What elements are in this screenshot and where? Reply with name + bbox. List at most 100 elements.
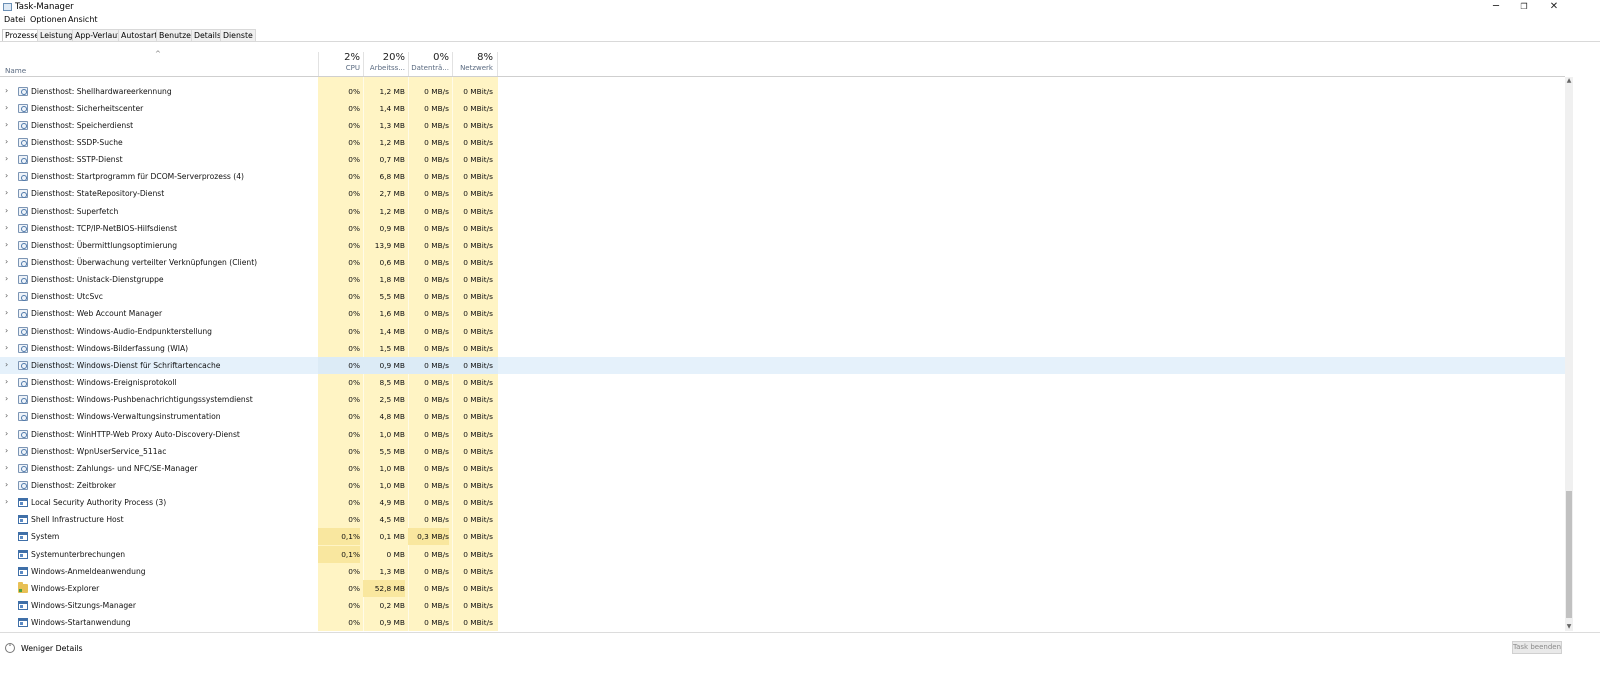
- chevron-right-icon[interactable]: ›: [5, 326, 8, 335]
- column-cpu[interactable]: 2% CPU: [318, 52, 360, 72]
- disk-value: 0 MB/s: [424, 189, 449, 199]
- menu-datei[interactable]: Datei: [4, 15, 25, 24]
- fewer-details-button[interactable]: ˄ Weniger Details: [5, 641, 83, 655]
- chevron-right-icon[interactable]: ›: [5, 308, 8, 317]
- tab-dienste[interactable]: Dienste: [220, 29, 256, 41]
- process-row[interactable]: › Diensthost: WpnUserService_511ac 0% 5,5 M…: [0, 443, 1565, 460]
- process-row[interactable]: System 0,1% 0,1 MB 0,3 MB/s 0 MBit/s: [0, 528, 1565, 546]
- process-row[interactable]: › Diensthost: Sicherheitscenter 0% 1,4 MB 0 …: [0, 100, 1565, 117]
- process-row[interactable]: › Diensthost: Windows-Ereignisprotokoll 0%…: [0, 374, 1565, 391]
- tab-autostart[interactable]: Autostart: [118, 29, 161, 41]
- menu-optionen[interactable]: Optionen: [30, 15, 67, 24]
- close-button[interactable]: ✕: [1540, 0, 1568, 15]
- chevron-right-icon[interactable]: ›: [5, 291, 8, 300]
- process-row[interactable]: › Diensthost: Shellhardwareerkennung 0% 1,2…: [0, 83, 1565, 100]
- column-name[interactable]: Name: [5, 66, 26, 75]
- disk-value: 0 MB/s: [424, 429, 449, 439]
- chevron-right-icon[interactable]: ›: [5, 171, 8, 180]
- gear-icon: [18, 343, 28, 353]
- process-row[interactable]: › Diensthost: Speicherdienst 0% 1,3 MB 0 MB/…: [0, 117, 1565, 134]
- disk-value: 0 MB/s: [424, 292, 449, 302]
- process-row[interactable]: › Diensthost: SSTP-Dienst 0% 0,7 MB 0 MB/s 0 …: [0, 151, 1565, 168]
- chevron-right-icon[interactable]: ›: [5, 103, 8, 112]
- disk-value: 0 MB/s: [424, 412, 449, 422]
- process-row[interactable]: › Diensthost: TCP/IP-NetBIOS-Hilfsdienst 0…: [0, 220, 1565, 237]
- menu-ansicht[interactable]: Ansicht: [68, 15, 98, 24]
- process-row[interactable]: › Diensthost: Zahlungs- und NFC/SE-Manage…: [0, 460, 1565, 477]
- process-row[interactable]: › Diensthost: Startprogramm für DCOM-Serv…: [0, 168, 1565, 185]
- process-row[interactable]: › Diensthost: Übermittlungsoptimierung 0% 1…: [0, 237, 1565, 254]
- process-name: Diensthost: Unistack-Dienstgruppe: [31, 275, 164, 285]
- scrollbar-thumb[interactable]: [1566, 491, 1572, 618]
- chevron-right-icon[interactable]: ›: [5, 223, 8, 232]
- chevron-right-icon[interactable]: ›: [5, 257, 8, 266]
- scroll-down-icon[interactable]: ▼: [1565, 623, 1573, 631]
- column-separator[interactable]: [497, 52, 498, 76]
- cpu-total: 2%: [344, 52, 360, 63]
- chevron-right-icon[interactable]: ›: [5, 360, 8, 369]
- process-row[interactable]: › Diensthost: Überwachung verteilter Verk…: [0, 254, 1565, 271]
- column-network[interactable]: 8% Netzwerk: [452, 52, 493, 72]
- cpu-value: 0%: [348, 223, 360, 233]
- disk-value: 0 MB/s: [424, 86, 449, 96]
- process-row[interactable]: Windows-Startanwendung 0% 0,9 MB 0 MB/s 0 MB…: [0, 614, 1565, 631]
- gear-icon: [18, 463, 28, 473]
- chevron-right-icon[interactable]: ›: [5, 497, 8, 506]
- process-row[interactable]: › Diensthost: StateRepository-Dienst 0% 2,7…: [0, 185, 1565, 202]
- tab-app-verlauf[interactable]: App-Verlauf: [72, 29, 123, 41]
- chevron-right-icon[interactable]: ›: [5, 240, 8, 249]
- column-disk[interactable]: 0% Datenträ...: [408, 52, 449, 72]
- chevron-right-icon[interactable]: ›: [5, 343, 8, 352]
- chevron-right-icon[interactable]: ›: [5, 480, 8, 489]
- chevron-right-icon[interactable]: ›: [5, 429, 8, 438]
- chevron-right-icon[interactable]: ›: [5, 394, 8, 403]
- process-list[interactable]: › Diensthost: Shellhardwareerkennung 0% 1,2…: [0, 77, 1565, 631]
- process-row[interactable]: › Diensthost: Superfetch 0% 1,2 MB 0 MB/s 0 M…: [0, 203, 1565, 220]
- process-row[interactable]: › Diensthost: Windows-Verwaltungsinstrume…: [0, 408, 1565, 425]
- process-row[interactable]: Shell Infrastructure Host 0% 4,5 MB 0 MB/s 0…: [0, 511, 1565, 528]
- chevron-right-icon[interactable]: ›: [5, 446, 8, 455]
- end-task-button[interactable]: Task beenden: [1512, 641, 1562, 654]
- process-row[interactable]: › Diensthost: SSDP-Suche 0% 1,2 MB 0 MB/s 0 M…: [0, 134, 1565, 151]
- cpu-value: 0%: [348, 86, 360, 96]
- chevron-right-icon[interactable]: ›: [5, 154, 8, 163]
- cpu-value: 0%: [348, 515, 360, 525]
- network-value: 0 MBit/s: [463, 378, 493, 388]
- process-row[interactable]: › Diensthost: Windows-Audio-Endpunkterste…: [0, 323, 1565, 340]
- restore-button[interactable]: ❐: [1510, 0, 1538, 15]
- process-row[interactable]: › Local Security Authority Process (3) 0% 4…: [0, 494, 1565, 511]
- process-row[interactable]: Windows-Sitzungs-Manager 0% 0,2 MB 0 MB/s 0 …: [0, 597, 1565, 614]
- process-row[interactable]: Systemunterbrechungen 0,1% 0 MB 0 MB/s 0 MBi…: [0, 545, 1565, 563]
- column-memory[interactable]: 20% Arbeitss...: [363, 52, 405, 72]
- minimize-button[interactable]: ─: [1482, 0, 1510, 15]
- disk-value: 0 MB/s: [424, 618, 449, 628]
- scroll-up-icon[interactable]: ▲: [1565, 77, 1573, 85]
- network-value: 0 MBit/s: [463, 480, 493, 490]
- chevron-right-icon[interactable]: ›: [5, 463, 8, 472]
- process-row[interactable]: › Diensthost: Windows-Pushbenachrichtigun…: [0, 391, 1565, 408]
- process-row[interactable]: Windows-Explorer 0% 52,8 MB 0 MB/s 0 MBit/s: [0, 579, 1565, 597]
- chevron-right-icon[interactable]: ›: [5, 188, 8, 197]
- process-row[interactable]: › Diensthost: Zeitbroker 0% 1,0 MB 0 MB/s 0 M…: [0, 477, 1565, 494]
- tab-leistung[interactable]: Leistung: [37, 29, 77, 41]
- process-row[interactable]: › Diensthost: UtcSvc 0% 5,5 MB 0 MB/s 0 MBit/…: [0, 288, 1565, 305]
- process-row[interactable]: › Diensthost: Windows-Dienst für Schrifta…: [0, 356, 1565, 374]
- process-row[interactable]: › Diensthost: WinHTTP-Web Proxy Auto-Disc…: [0, 426, 1565, 443]
- chevron-right-icon[interactable]: ›: [5, 274, 8, 283]
- chevron-right-icon[interactable]: ›: [5, 206, 8, 215]
- chevron-right-icon[interactable]: ›: [5, 411, 8, 420]
- chevron-right-icon[interactable]: ›: [5, 120, 8, 129]
- chevron-right-icon[interactable]: ›: [5, 377, 8, 386]
- window-icon: [18, 498, 28, 508]
- network-value: 0 MBit/s: [463, 155, 493, 165]
- process-row[interactable]: Windows-Anmeldeanwendung 0% 1,3 MB 0 MB/s 0 …: [0, 563, 1565, 580]
- chevron-right-icon[interactable]: ›: [5, 86, 8, 95]
- vertical-scrollbar[interactable]: ▲ ▼: [1565, 77, 1573, 631]
- network-value: 0 MBit/s: [463, 532, 493, 542]
- cpu-value: 0%: [348, 583, 360, 593]
- process-row[interactable]: › Diensthost: Windows-Bilderfassung (WIA)…: [0, 340, 1565, 357]
- memory-value: 1,2 MB: [379, 86, 405, 96]
- chevron-right-icon[interactable]: ›: [5, 137, 8, 146]
- process-row[interactable]: › Diensthost: Web Account Manager 0% 1,6 MB…: [0, 305, 1565, 322]
- process-row[interactable]: › Diensthost: Unistack-Dienstgruppe 0% 1,8 …: [0, 271, 1565, 288]
